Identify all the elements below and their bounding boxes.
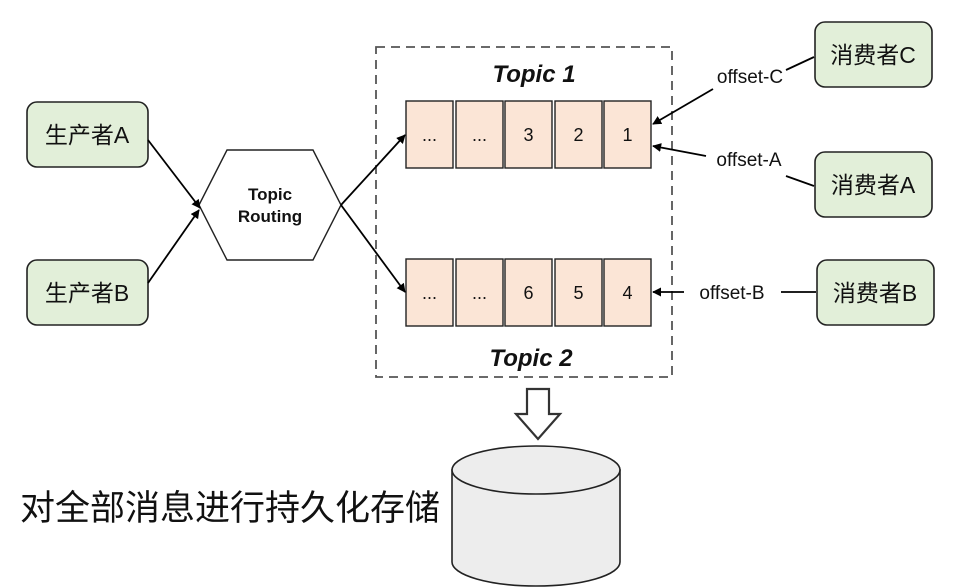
topic2-cell[interactable]: 5 <box>554 258 603 327</box>
topic2-cell-label: 5 <box>573 283 583 303</box>
edge-consumer-c-to-offset-c <box>785 56 815 71</box>
topic2-cell-label: 4 <box>622 283 632 303</box>
down-arrow-icon <box>513 387 563 441</box>
offset-c-label: offset-C <box>717 67 783 88</box>
edge-producer-b-to-router <box>147 209 200 284</box>
producer-a[interactable]: 生产者A <box>26 101 149 168</box>
edge-producer-a-to-router <box>147 139 201 209</box>
producer-b-label: 生产者B <box>45 280 129 306</box>
topic1-cell[interactable]: 2 <box>554 100 603 169</box>
topic1-cell[interactable]: 3 <box>504 100 553 169</box>
topic2-queue: ... ... 6 5 4 <box>405 258 652 327</box>
consumer-c[interactable]: 消费者C <box>814 21 933 88</box>
edge-offset-c-to-cell-1 <box>652 88 714 125</box>
producer-b[interactable]: 生产者B <box>26 259 149 326</box>
topic-routing-label-line2: Routing <box>238 207 302 226</box>
topic2-cell[interactable]: ... <box>455 258 504 327</box>
consumer-a-label: 消费者A <box>831 172 916 198</box>
topic1-cell-label: ... <box>422 125 437 145</box>
edge-offset-a-to-cell-1 <box>652 143 707 157</box>
topic2-cell[interactable]: ... <box>405 258 454 327</box>
topic2-cell[interactable]: 4 <box>603 258 652 327</box>
topic1-label: Topic 1 <box>492 61 575 88</box>
topic2-cell-label: ... <box>472 283 487 303</box>
storage-cylinder-top <box>451 445 621 495</box>
storage-cylinder-icon <box>451 445 621 587</box>
consumer-b-label: 消费者B <box>833 280 917 306</box>
topic2-cell-label: 6 <box>523 283 533 303</box>
offset-b-label: offset-B <box>699 283 764 304</box>
edge-consumer-a-to-offset-a <box>785 175 815 187</box>
storage-caption: 对全部消息进行持久化存储 <box>20 489 441 529</box>
producer-a-label: 生产者A <box>45 122 130 148</box>
topic2-cell[interactable]: 6 <box>504 258 553 327</box>
offset-a-label: offset-A <box>716 150 781 171</box>
consumer-c-label: 消费者C <box>830 42 916 68</box>
topic1-cell-label: 1 <box>622 125 632 145</box>
topic1-cell[interactable]: ... <box>455 100 504 169</box>
topic2-cell-label: ... <box>422 283 437 303</box>
topic-routing-hexagon <box>198 149 342 261</box>
edge-router-to-topic1 <box>340 134 406 206</box>
topic1-cell-label: 2 <box>573 125 583 145</box>
edge-router-to-topic2 <box>340 204 406 293</box>
topic-routing-node[interactable]: Topic Routing <box>198 149 342 261</box>
diagram-canvas: 生产者A 生产者B Topic Routing Topic 1 Topic 2 … <box>0 0 964 587</box>
topic-routing-label-line1: Topic <box>248 185 292 204</box>
consumer-a[interactable]: 消费者A <box>814 151 933 218</box>
topic1-cell-label: 3 <box>523 125 533 145</box>
topic-group-frame <box>375 46 673 378</box>
topic1-cell[interactable]: ... <box>405 100 454 169</box>
topic1-queue: ... ... 3 2 1 <box>405 100 652 169</box>
topic2-label: Topic 2 <box>489 345 573 372</box>
consumer-b[interactable]: 消费者B <box>816 259 935 326</box>
topic1-cell[interactable]: 1 <box>603 100 652 169</box>
topic1-cell-label: ... <box>472 125 487 145</box>
